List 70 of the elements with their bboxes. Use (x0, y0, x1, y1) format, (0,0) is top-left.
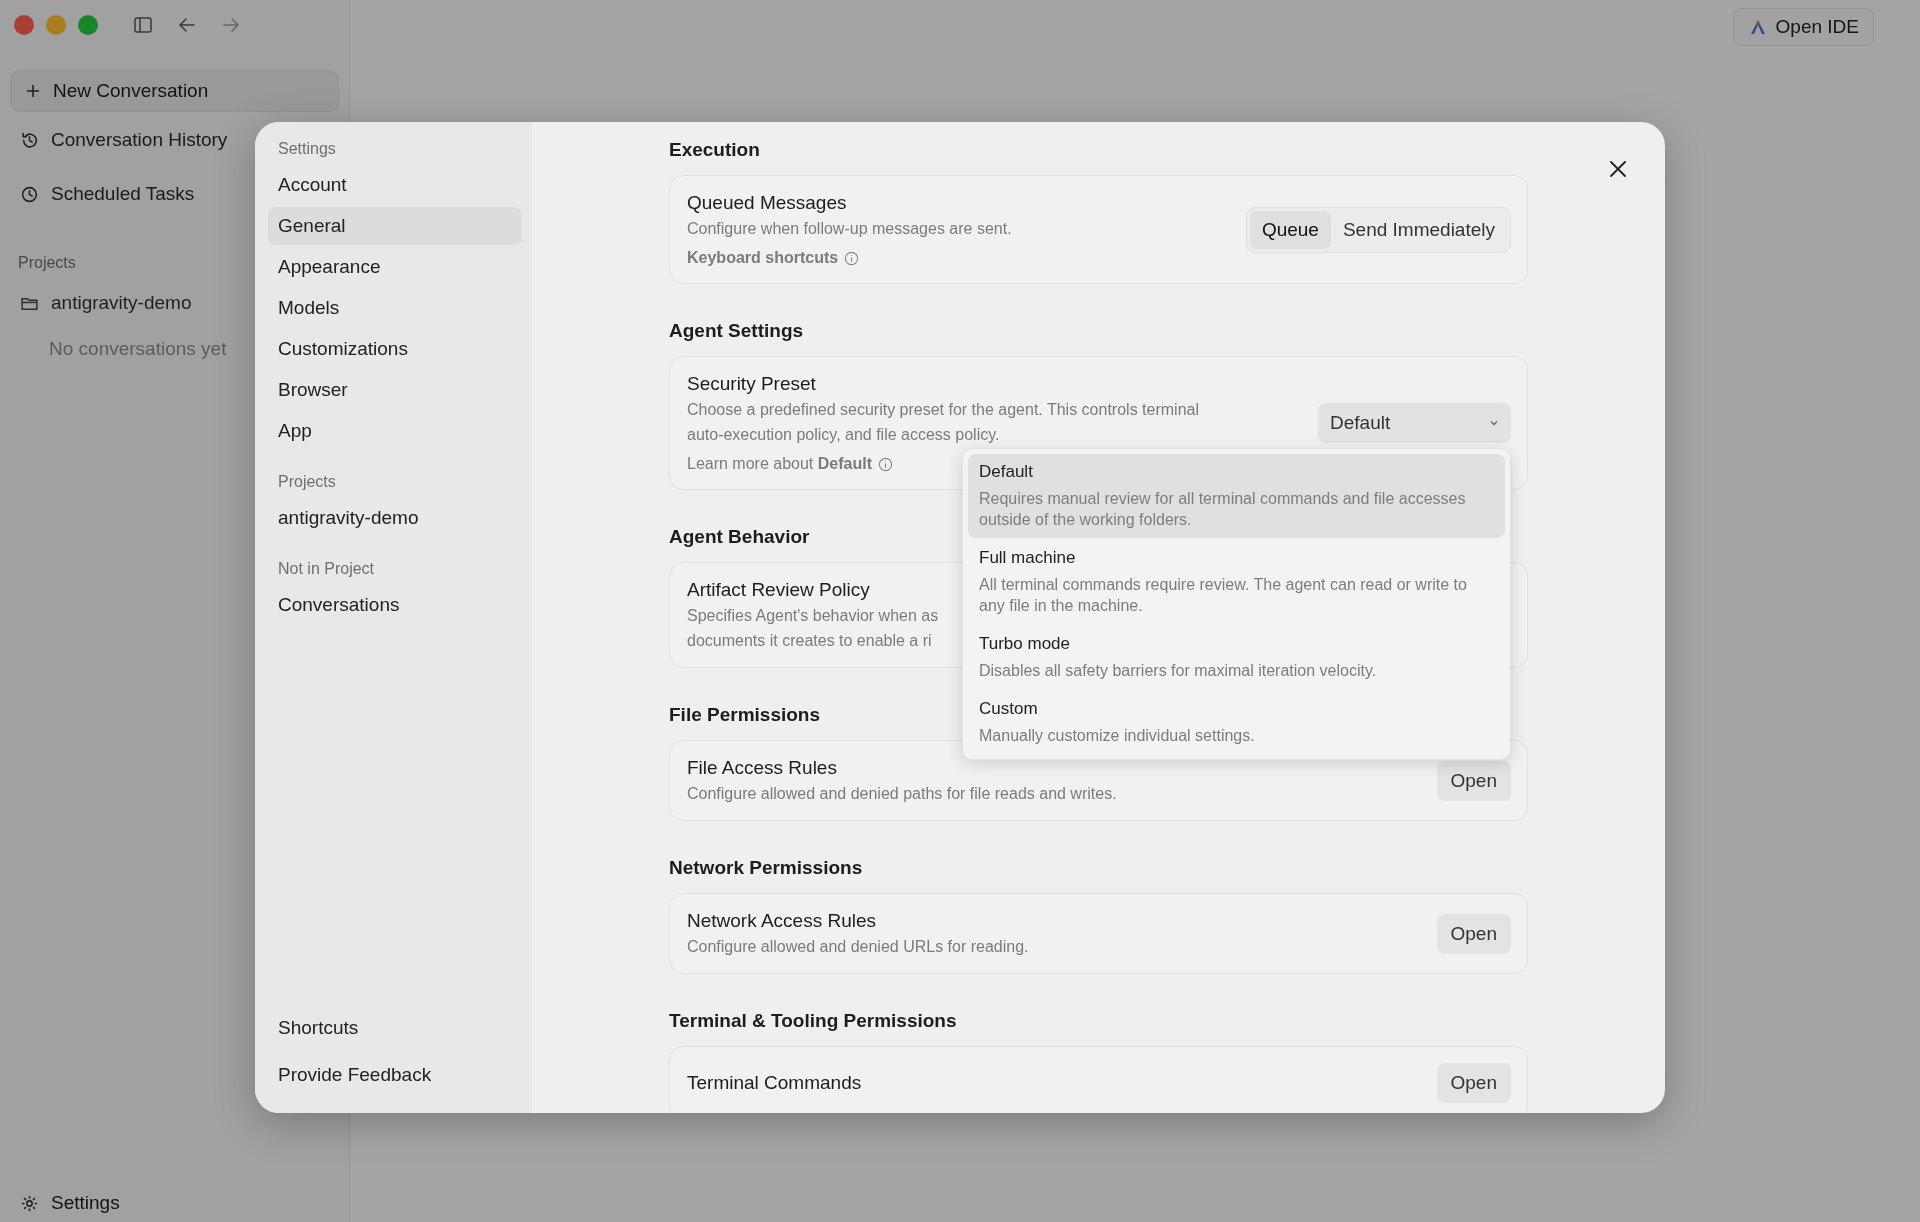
learn-more-text[interactable]: Learn more about Default (687, 455, 872, 473)
option-description: Manually customize individual settings. (979, 726, 1256, 746)
setting-title: File Access Rules (687, 757, 837, 779)
nav-item[interactable]: Conversations (268, 586, 522, 624)
nav-item[interactable]: Shortcuts (268, 1009, 522, 1047)
section-heading: Terminal & Tooling Permissions (669, 1010, 957, 1032)
sidebar-item[interactable]: Scheduled Tasks (51, 183, 195, 205)
menu-option[interactable]: Full machine All terminal commands require review. The agent can read or write to any file in the machine. (968, 540, 1505, 624)
clock-icon (20, 184, 39, 204)
menu-option[interactable]: Custom Manually customize individual settings. (968, 691, 1505, 754)
option-title: Turbo mode (979, 634, 1072, 654)
option-title: Custom (979, 699, 1039, 719)
info-icon[interactable] (878, 456, 893, 472)
plus-icon (25, 83, 41, 99)
setting-description: Configure when follow-up messages are sent. (687, 219, 1012, 239)
nav-item[interactable]: antigravity-demo (268, 499, 522, 537)
option-title: Full machine (979, 548, 1077, 568)
nav-group-label: Not in Project (277, 560, 376, 578)
nav-item[interactable]: App (268, 412, 522, 450)
open-button[interactable]: Open (1436, 913, 1511, 954)
close-window-icon[interactable] (14, 15, 34, 35)
nav-item[interactable]: Browser (268, 371, 522, 409)
menu-option[interactable]: Default Requires manual review for all terminal commands and file accesses outside of the working folders. (968, 454, 1505, 538)
nav-group-label: Projects (277, 473, 337, 491)
sidebar-toggle-icon[interactable] (132, 14, 154, 36)
setting-description: Configure allowed and denied paths for file reads and writes. (687, 784, 1117, 804)
menu-option[interactable]: Turbo mode Disables all safety barriers for maximal iteration velocity. (968, 626, 1505, 689)
section-heading: Agent Behavior (669, 526, 810, 548)
chevron-icon (1489, 418, 1499, 428)
setting-description: documents it creates to enable a ri (687, 631, 932, 651)
setting-title: Security Preset (687, 373, 816, 395)
option-description: Disables all safety barriers for maximal iteration velocity. (979, 661, 1378, 681)
settings-link[interactable]: Settings (51, 1192, 120, 1214)
section-heading: Execution (669, 139, 760, 161)
info-icon[interactable] (844, 250, 860, 266)
sidebar-item[interactable]: Conversation History (51, 129, 228, 151)
segment-option[interactable]: Queue (1249, 210, 1331, 249)
open-button[interactable]: Open (1436, 1063, 1511, 1103)
nav-group-label: Settings (277, 140, 337, 158)
nav-item[interactable]: Provide Feedback (268, 1056, 522, 1094)
maximize-icon[interactable] (78, 15, 98, 35)
setting-title: Network Access Rules (687, 910, 876, 932)
new-conversation-button[interactable]: New Conversation (10, 70, 339, 112)
settings-icon (20, 1193, 39, 1213)
nav-item[interactable]: Appearance (268, 248, 522, 286)
option-title: Default (979, 462, 1034, 482)
option-description: Requires manual review for all terminal commands and file accesses outside of the working folders. (979, 489, 1467, 530)
segment-option[interactable]: Send Immediately (1330, 210, 1507, 249)
setting-title: Terminal Commands (687, 1072, 862, 1094)
nav-item[interactable]: Models (268, 289, 522, 327)
setting-description: auto-execution policy, and file access policy. (687, 425, 1000, 445)
setting-description: Choose a predefined security preset for the agent. This controls terminal (687, 400, 1199, 420)
nav-item[interactable]: Customizations (268, 330, 522, 368)
preset-dropdown[interactable]: Default (1318, 403, 1511, 443)
setting-description: Specifies Agent's behavior when as (687, 606, 939, 626)
close-icon[interactable] (1607, 158, 1629, 180)
project-item[interactable]: antigravity-demo (51, 292, 192, 314)
shortcuts-link[interactable]: Keyboard shortcuts (687, 249, 839, 267)
option-description: All terminal commands require review. The agent can read or write to any file in the machine. (979, 575, 1468, 616)
section-heading: Network Permissions (669, 857, 863, 879)
open-button[interactable]: Open (1436, 760, 1511, 801)
setting-title: Artifact Review Policy (687, 579, 870, 601)
nav-item[interactable]: Account (268, 166, 522, 204)
open-ide-button[interactable]: Open IDE (1732, 8, 1874, 46)
section-heading: File Permissions (669, 704, 820, 726)
section-heading: Agent Settings (669, 320, 804, 342)
nav-item[interactable]: General (268, 207, 522, 245)
history-icon (20, 130, 39, 150)
setting-title: Queued Messages (687, 192, 847, 214)
setting-description: Configure allowed and denied URLs for reading. (687, 937, 1029, 957)
